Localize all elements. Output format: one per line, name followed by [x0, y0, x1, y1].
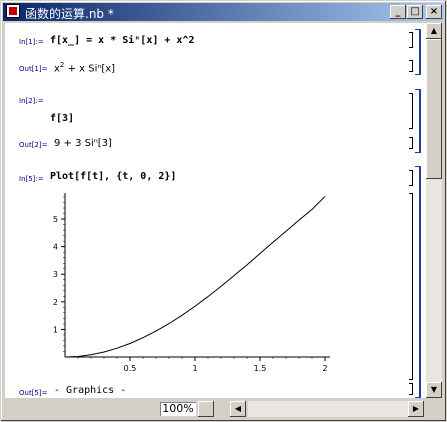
zoom-menu-button[interactable] — [198, 401, 214, 417]
x-tick-label: 1 — [192, 364, 197, 373]
cell-bracket[interactable] — [409, 137, 413, 149]
group-bracket[interactable] — [415, 166, 421, 398]
notebook-window: 函数的运算.nb * _ □ × In[1]:= f[x_] = x * Siⁿ… — [0, 0, 447, 422]
x-tick-label: 1.5 — [254, 364, 267, 373]
cell-bracket[interactable] — [409, 93, 413, 129]
maximize-button[interactable]: □ — [407, 5, 423, 19]
plot-curve — [64, 196, 326, 358]
cell-bracket[interactable] — [409, 193, 413, 380]
y-tick-label: 1 — [53, 325, 58, 334]
horizontal-scroll-track[interactable] — [248, 401, 408, 417]
status-bar: 100% ◀ ▶ — [5, 400, 442, 418]
scroll-left-button[interactable]: ◀ — [230, 401, 246, 417]
window-title: 函数的运算.nb * — [25, 7, 114, 21]
mathematica-app-icon — [6, 4, 20, 18]
cell-bracket[interactable] — [409, 32, 413, 48]
cell-bracket[interactable] — [409, 60, 413, 72]
cell-bracket[interactable] — [409, 383, 413, 395]
y-tick-label: 5 — [53, 215, 58, 224]
y-tick-label: 2 — [53, 298, 58, 307]
group-bracket[interactable] — [415, 29, 421, 75]
cell-bracket[interactable] — [409, 170, 413, 186]
scroll-down-button[interactable]: ▼ — [426, 382, 442, 398]
scroll-right-button[interactable]: ▶ — [408, 401, 424, 417]
x-tick-label: 0.5 — [124, 364, 137, 373]
vertical-scrollbar[interactable]: ▲ ▼ — [426, 23, 442, 398]
scroll-thumb[interactable] — [426, 39, 442, 179]
scroll-up-button[interactable]: ▲ — [426, 23, 442, 39]
y-tick-label: 4 — [53, 243, 58, 252]
output-label: Out[5]= — [19, 389, 48, 397]
close-button[interactable]: × — [426, 5, 442, 19]
zoom-level[interactable]: 100% — [160, 402, 196, 416]
x-tick-label: 2 — [322, 364, 327, 373]
title-bar[interactable]: 函数的运算.nb * _ □ × — [3, 3, 444, 21]
output-cell[interactable]: - Graphics - — [54, 385, 126, 396]
group-bracket[interactable] — [415, 89, 421, 153]
notebook-content[interactable]: In[1]:= f[x_] = x * Siⁿ[x] + x^2 Out[1]=… — [5, 23, 426, 398]
plot-graphic[interactable]: 0.5 1 1.5 2 1 2 3 4 5 — [5, 23, 426, 398]
y-tick-label: 3 — [53, 270, 58, 279]
minimize-button[interactable]: _ — [390, 5, 406, 19]
